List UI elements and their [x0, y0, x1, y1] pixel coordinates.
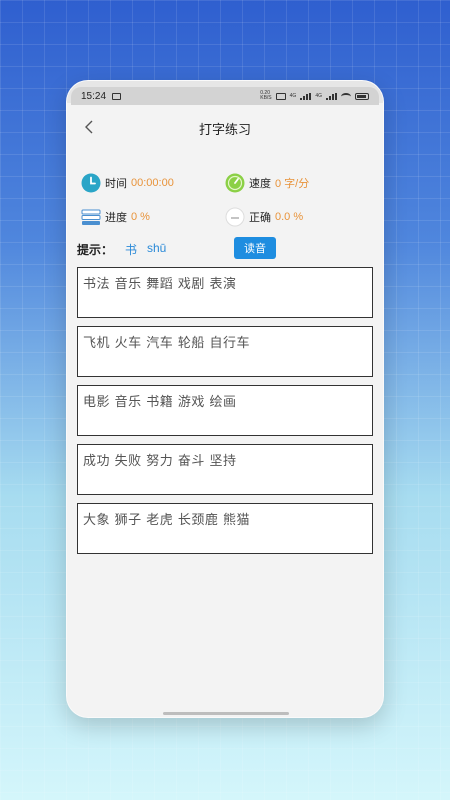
hint-label: 提示： — [77, 243, 114, 257]
read-aloud-button[interactable]: 读音 — [234, 237, 276, 259]
signal-label-1: 4G — [289, 92, 297, 99]
chevron-left-icon — [85, 120, 93, 134]
progress-stack-icon — [81, 207, 101, 227]
accuracy-value: 0.0 % — [275, 211, 304, 223]
stat-speed: 速度 0 字/分 — [225, 173, 309, 193]
header: 打字练习 — [67, 105, 383, 151]
app-screen: 打字练习 时间 00:00:00 速度 0 字/分 进度 0 % 正确 0.0 … — [67, 105, 383, 717]
word-box[interactable]: 成功 失败 努力 奋斗 坚持 — [77, 444, 373, 495]
back-button[interactable] — [77, 115, 101, 139]
stat-progress: 进度 0 % — [81, 207, 150, 227]
status-icons: 0.20 KB/S 4G 4G — [260, 91, 369, 101]
status-bar: 15:24 0.20 KB/S 4G 4G — [71, 87, 379, 105]
home-indicator[interactable] — [163, 712, 289, 715]
stat-time: 时间 00:00:00 — [81, 173, 174, 193]
battery-icon — [355, 92, 369, 100]
hint-pinyin: shū — [147, 241, 167, 255]
signal-icon-2 — [326, 92, 337, 100]
signal-icon-1 — [300, 92, 312, 100]
progress-label: 进度 — [105, 211, 127, 224]
accuracy-label: 正确 — [249, 211, 271, 224]
speedometer-icon — [225, 173, 245, 193]
progress-value: 0 % — [131, 211, 150, 223]
stat-accuracy: 正确 0.0 % — [225, 207, 303, 227]
hint-row: 提示： 书 shū 读音 — [67, 235, 383, 263]
net-speed-unit: KB/S — [260, 95, 272, 101]
accuracy-icon — [225, 207, 245, 227]
word-box[interactable]: 电影 音乐 书籍 游戏 绘画 — [77, 385, 373, 436]
word-box[interactable]: 书法 音乐 舞蹈 戏剧 表演 — [77, 267, 373, 318]
word-box[interactable]: 飞机 火车 汽车 轮船 自行车 — [77, 326, 373, 377]
speed-value: 0 字/分 — [275, 178, 310, 190]
wifi-icon — [341, 92, 351, 100]
clock-icon — [81, 173, 101, 193]
hint-character: 书 — [125, 243, 138, 257]
stats-panel: 时间 00:00:00 速度 0 字/分 进度 0 % 正确 0.0 % — [67, 159, 383, 231]
word-box[interactable]: 大象 狮子 老虎 长颈鹿 熊猫 — [77, 503, 373, 554]
status-time: 15:24 — [81, 90, 107, 102]
hd-icon — [275, 92, 286, 100]
net-speed: 0.20 KB/S — [260, 91, 271, 101]
speed-label: 速度 — [249, 177, 271, 190]
time-label: 时间 — [105, 177, 127, 190]
time-value: 00:00:00 — [131, 177, 174, 189]
phone-frame: 15:24 0.20 KB/S 4G 4G 打字练习 时间 00:00:00 速… — [66, 80, 384, 718]
signal-label-2: 4G — [315, 92, 322, 99]
page-title: 打字练习 — [198, 121, 251, 137]
sim-icon — [112, 92, 122, 100]
